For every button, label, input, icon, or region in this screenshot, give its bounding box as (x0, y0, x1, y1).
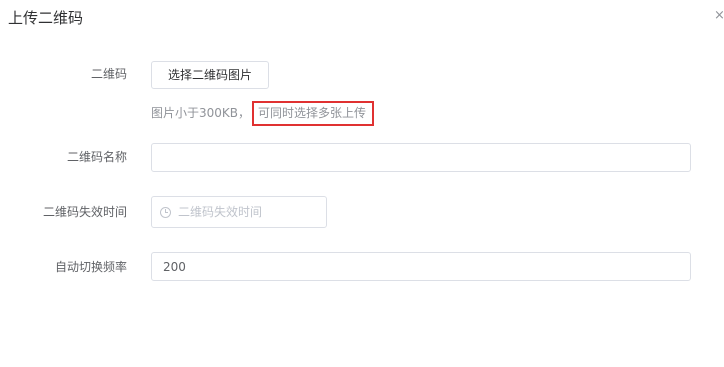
upload-tip-multi-highlight: 可同时选择多张上传 (252, 101, 375, 126)
expire-placeholder: 二维码失效时间 (178, 205, 263, 219)
close-icon[interactable]: × (714, 9, 724, 23)
qrcode-label: 二维码 (90, 67, 127, 81)
qrcode-expire-label: 二维码失效时间 (42, 205, 127, 219)
auto-switch-frequency-input[interactable] (151, 252, 691, 281)
upload-tip-size: 图片小于300KB， (151, 106, 251, 120)
clock-icon (160, 206, 171, 218)
upload-tip: 图片小于300KB， 可同时选择多张上传 (151, 101, 375, 126)
qrcode-name-input[interactable] (151, 143, 691, 172)
dialog-title: 上传二维码 (8, 9, 84, 27)
qrcode-expire-datepicker[interactable]: 二维码失效时间 (151, 196, 327, 228)
qrcode-name-label: 二维码名称 (66, 150, 127, 164)
auto-switch-frequency-label: 自动切换频率 (54, 260, 127, 274)
select-qrcode-image-button[interactable]: 选择二维码图片 (151, 61, 269, 89)
